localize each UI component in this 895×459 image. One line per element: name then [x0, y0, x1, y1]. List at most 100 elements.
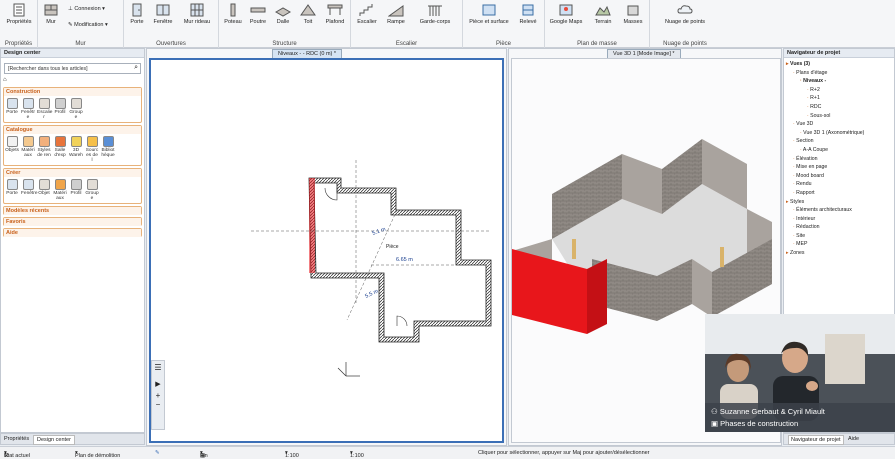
- design-item[interactable]: Bibliot hèque: [101, 136, 115, 163]
- plan-canvas[interactable]: 6.65 m 5.5 m 5.1 m Pièce ☰ ▶ + −: [149, 58, 504, 443]
- dalle-button[interactable]: Dalle: [272, 3, 294, 25]
- fin-selector[interactable]: ▦ Fin ▾: [200, 450, 208, 459]
- zoom-out-icon[interactable]: −: [152, 400, 164, 409]
- design-item[interactable]: Fenêtr e: [21, 98, 35, 120]
- tree-item[interactable]: · Niveaux -: [786, 77, 894, 86]
- etat-selector[interactable]: ⚒ État actuel ▾: [4, 450, 30, 459]
- design-item[interactable]: 3D Wareh: [69, 136, 83, 163]
- home-icon[interactable]: ⌂: [3, 77, 142, 85]
- pen-icon[interactable]: ✎: [155, 450, 160, 456]
- tree-item[interactable]: · Rédaction: [786, 223, 894, 232]
- plafond-button[interactable]: Plafond: [322, 3, 348, 25]
- group-label: Plan de masse: [577, 41, 617, 47]
- google-maps-button[interactable]: Google Maps: [547, 3, 585, 25]
- search-placeholder: [Rechercher dans tous les articles]: [8, 66, 88, 72]
- design-item[interactable]: Sourc es de l: [85, 136, 99, 163]
- tree-item[interactable]: · Plans d'étage: [786, 69, 894, 78]
- tree-item[interactable]: · R+1: [786, 94, 894, 103]
- tab-plan-view[interactable]: Niveaux - - RDC (0 m) *: [272, 49, 343, 58]
- scale-selector-2[interactable]: 1:100 ▾: [350, 450, 364, 459]
- design-item[interactable]: Objet: [37, 179, 51, 201]
- scale-selector-1[interactable]: 1:100 ▾: [285, 450, 299, 459]
- terrain-button[interactable]: Terrain: [589, 3, 617, 25]
- tree-item[interactable]: · Mood board: [786, 172, 894, 181]
- tab-aide[interactable]: Aide: [848, 436, 859, 442]
- search-box[interactable]: [Rechercher dans tous les articles] ⌕: [4, 63, 141, 74]
- connexion-button[interactable]: ⊥ Connexion ▾: [68, 6, 105, 12]
- ceiling-icon: [327, 4, 343, 15]
- design-item[interactable]: Porte: [5, 98, 19, 120]
- design-item[interactable]: Salle d'exp: [53, 136, 67, 163]
- tree-item[interactable]: · Section: [786, 137, 894, 146]
- modification-button[interactable]: ✎ Modification ▾: [68, 22, 108, 28]
- item-label: Porte: [6, 110, 18, 115]
- demolition-wall[interactable]: [309, 178, 315, 273]
- tree-item[interactable]: · Vue 3D 1 (Axonométrique): [786, 129, 894, 138]
- tree-item[interactable]: · Éléments architecturaux: [786, 206, 894, 215]
- design-item[interactable]: Escalie r: [37, 98, 52, 120]
- nuage-button[interactable]: Nuage de points: [656, 3, 714, 25]
- tree-item-label: Intérieur: [796, 215, 816, 222]
- tree-item[interactable]: · Rendu: [786, 180, 894, 189]
- tree-item[interactable]: · Site: [786, 232, 894, 241]
- section-catalogue: Catalogue Objets Matéri aux Styles de ren S…: [3, 125, 142, 166]
- tree-item-label: Éléments architecturaux: [796, 207, 852, 214]
- list-icon[interactable]: ☰: [152, 363, 164, 372]
- tab-proprietes[interactable]: Propriétés: [4, 436, 29, 442]
- tree-item[interactable]: · Vue 3D: [786, 120, 894, 129]
- play-icon[interactable]: ▶: [152, 380, 164, 388]
- mur-button[interactable]: Mur: [40, 3, 62, 25]
- search-icon[interactable]: ⌕: [134, 64, 138, 72]
- poutre-button[interactable]: Poutre: [247, 3, 269, 25]
- releve-button[interactable]: Relevé: [515, 3, 541, 25]
- tree-item[interactable]: · Mise en page: [786, 163, 894, 172]
- section-aide[interactable]: Aide: [3, 228, 142, 237]
- mur-rideau-button[interactable]: Mur rideau: [180, 3, 214, 25]
- design-item[interactable]: Objets: [5, 136, 19, 163]
- section-title[interactable]: Créer: [4, 169, 141, 177]
- tree-item[interactable]: · RDC: [786, 103, 894, 112]
- section-modeles-recents[interactable]: Modèles récents: [3, 206, 142, 215]
- tree-item[interactable]: · Sous-sol: [786, 112, 894, 121]
- tree-item[interactable]: · A-A Coupe: [786, 146, 894, 155]
- tree-item[interactable]: · Rapport: [786, 189, 894, 198]
- design-item[interactable]: Profil: [69, 179, 83, 201]
- tab-design-center[interactable]: Design center: [33, 435, 75, 445]
- tab-3d-view[interactable]: Vue 3D 1 [Mode Image] *: [607, 49, 681, 58]
- plan-selector[interactable]: Plan de démolition ▾: [75, 450, 120, 459]
- proprietes-button[interactable]: Propriétés: [5, 3, 33, 25]
- section-title[interactable]: Catalogue: [4, 126, 141, 134]
- window-icon: [156, 4, 170, 16]
- fenetre-button[interactable]: Fenêtre: [151, 3, 175, 25]
- design-item[interactable]: Porte: [5, 179, 19, 201]
- design-item[interactable]: Fenêtre: [21, 179, 38, 201]
- poteau-button[interactable]: Poteau: [222, 3, 244, 25]
- piece-surface-button[interactable]: Pièce et surface: [466, 3, 512, 25]
- escalier-button[interactable]: Escalier: [354, 3, 380, 25]
- tree-item[interactable]: · MEP: [786, 240, 894, 249]
- tree-item[interactable]: · Intérieur: [786, 215, 894, 224]
- toit-button[interactable]: Toit: [297, 3, 319, 25]
- tree-item[interactable]: · Élévation: [786, 155, 894, 164]
- garde-corps-button[interactable]: Garde-corps: [413, 3, 457, 25]
- rampe-button[interactable]: Rampe: [384, 3, 408, 25]
- design-item[interactable]: Matéri aux: [21, 136, 35, 163]
- tree-item[interactable]: ▸ Zones: [786, 249, 894, 258]
- tree-item[interactable]: ▸ Styles: [786, 198, 894, 207]
- tree-item[interactable]: · R+2: [786, 86, 894, 95]
- design-item[interactable]: Styles de ren: [37, 136, 51, 163]
- section-title[interactable]: Construction: [4, 88, 141, 96]
- section-favoris[interactable]: Favoris: [3, 217, 142, 226]
- item-icon: [70, 136, 82, 147]
- group-nuage: Nuage de points Nuage de points: [650, 0, 720, 48]
- design-item[interactable]: Group e: [69, 98, 83, 120]
- porte-button[interactable]: Porte: [127, 3, 147, 25]
- design-item[interactable]: Profil: [53, 98, 67, 120]
- item-label: Group e: [85, 191, 99, 201]
- tab-navigateur[interactable]: Navigateur de projet: [788, 435, 844, 445]
- tree-item[interactable]: ▸ Vues (3): [786, 60, 894, 69]
- masses-button[interactable]: Masses: [620, 3, 646, 25]
- design-item[interactable]: Matéri aux: [53, 179, 67, 201]
- zoom-in-icon[interactable]: +: [152, 391, 164, 400]
- design-item[interactable]: Group e: [85, 179, 99, 201]
